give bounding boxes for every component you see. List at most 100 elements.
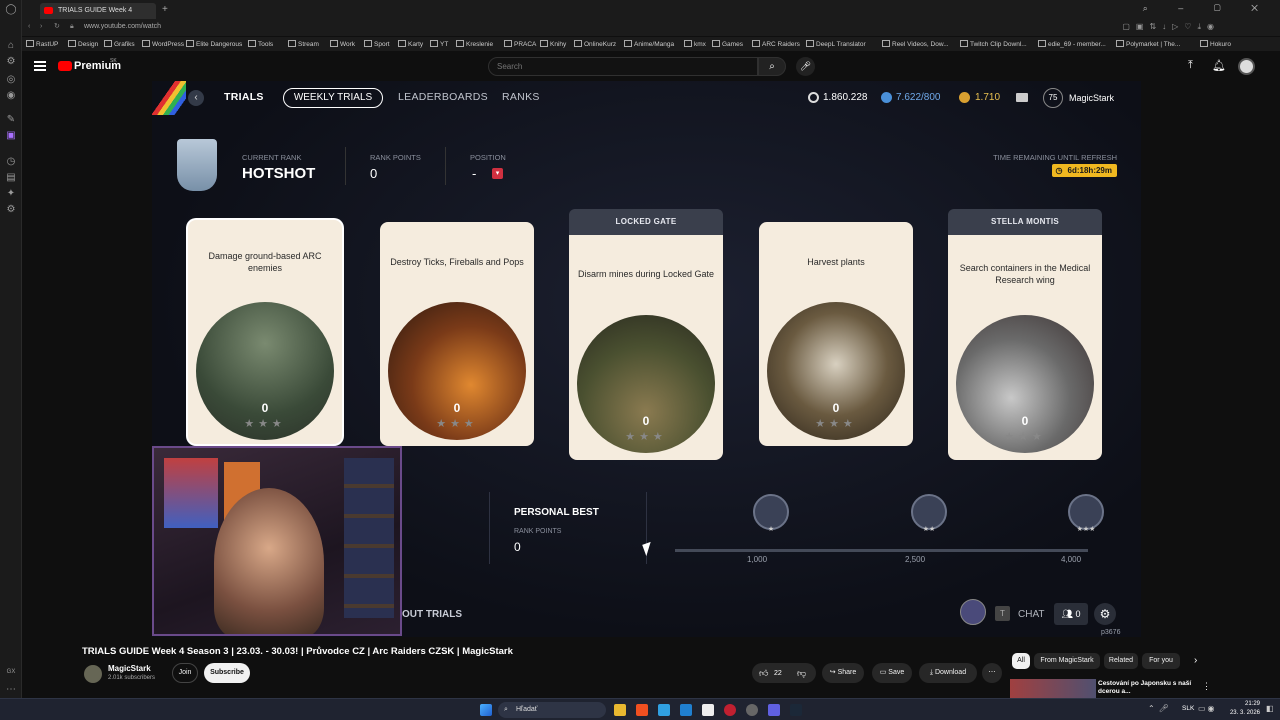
bookmark-item[interactable]: Karty [398,40,423,48]
search-input[interactable] [488,57,758,76]
recommended-thumbnail[interactable] [1010,679,1096,699]
notifications-icon[interactable]: 🔔︎ [1212,59,1226,72]
bookmark-item[interactable]: Sport [364,40,390,48]
brave-icon[interactable] [636,704,648,716]
opera-logo-icon[interactable]: ◯ [5,4,17,16]
trial-card[interactable]: Destroy Ticks, Fireballs and Pops 0 ★★★ [380,222,534,446]
mail-icon[interactable] [1016,93,1028,102]
tab-ranks[interactable]: RANKS [502,91,540,103]
upload-icon[interactable]: ⤒ [1188,59,1193,72]
more-icon[interactable]: ⋯ [5,684,17,696]
window-controls[interactable]: ⌕ – ▢ ✕ [1143,3,1272,14]
address-toolbar-icons[interactable]: ▢▣⇅↓▷♡⤓◉ [1122,22,1220,32]
app-icon[interactable] [680,704,692,716]
bookmark-item[interactable]: Games [712,40,743,48]
app-icon[interactable] [658,704,670,716]
companion-avatar[interactable] [960,599,986,625]
home-icon[interactable]: ⌂ [5,40,17,52]
bookmark-item[interactable]: Tools [248,40,273,48]
account-avatar[interactable] [1238,58,1255,75]
nav-trials[interactable]: TRIALS [224,91,264,103]
bookmark-item[interactable]: RastUP [26,40,58,48]
like-icon[interactable]: 👍︎ [759,668,768,679]
dislike-icon[interactable]: 👎︎ [797,668,806,679]
downloads-icon[interactable]: ▤ [5,172,17,184]
bookmark-item[interactable]: Work [330,40,355,48]
network-volume-icons[interactable]: ▭◉ [1198,704,1217,713]
url-field[interactable]: www.youtube.com/watch [84,23,161,30]
game-settings-icon[interactable]: ⚙ [1094,603,1116,625]
bookmark-item[interactable]: Hokuro [1200,40,1231,48]
trial-card[interactable]: STELLA MONTIS Search containers in the M… [948,209,1102,460]
bookmark-item[interactable]: Reel Videos, Dow... [882,40,949,48]
bookmark-item[interactable]: Elite Dangerous [186,40,242,48]
tab-leaderboards[interactable]: LEADERBOARDS [398,91,488,103]
steam-icon[interactable] [790,704,802,716]
windows-start-icon[interactable] [480,704,492,716]
notification-icon[interactable]: ◧ [1266,704,1274,713]
bookmark-item[interactable]: kmx [684,40,706,48]
download-button[interactable]: ⤓ Download [919,663,977,683]
clock-date[interactable]: 23. 3. 2026 [1228,710,1260,716]
bookmark-item[interactable]: Grafiks [104,40,135,48]
back-icon[interactable]: ‹ [28,23,30,30]
bookmark-item[interactable]: OnlineKurz [574,40,616,48]
history-icon[interactable]: ◷ [5,156,17,168]
bookmark-item[interactable]: Polymarket | The... [1116,40,1180,48]
bookmark-item[interactable]: WordPress [142,40,184,48]
join-button[interactable]: Join [172,663,198,683]
bookmark-item[interactable]: YT [430,40,448,48]
bookmark-item[interactable]: ARC Raiders [752,40,800,48]
share-button[interactable]: ↪ Share [822,663,864,683]
pinboard-icon[interactable]: ✎ [5,114,17,126]
channel-name[interactable]: MagicStark [108,664,151,673]
obs-icon[interactable] [746,704,758,716]
recommended-title[interactable]: Cestování po Japonsku s naší dcerou a... [1098,680,1198,697]
whatsapp-icon[interactable]: ◉ [5,90,17,102]
filter-chip[interactable]: For you [1142,653,1180,669]
tab-weekly-trials[interactable]: WEEKLY TRIALS [283,88,383,108]
mic-icon[interactable]: 🎤︎ [796,57,815,76]
subscribe-button[interactable]: Subscribe [204,663,250,683]
forward-icon[interactable]: › [40,23,42,30]
bookmark-item[interactable]: edie_69 - member... [1038,40,1106,48]
menu-icon[interactable] [34,61,46,71]
chat-button[interactable]: CHAT [1018,609,1044,620]
bookmark-item[interactable]: Knihy [540,40,566,48]
extensions-icon[interactable]: ✦ [5,188,17,200]
bookmark-item[interactable]: Twitch Clip Downl... [960,40,1027,48]
youtube-logo-icon[interactable] [58,61,72,71]
filter-chip[interactable]: From MagicStark [1034,653,1100,669]
taskbar-search[interactable]: ⌕ Hľadať [498,702,606,718]
messenger-icon[interactable]: ◎ [5,74,17,86]
discord-icon[interactable] [768,704,780,716]
rec-more-icon[interactable]: ⋮ [1202,681,1211,692]
search-icon[interactable]: ⌕ [758,57,786,76]
twitch-icon[interactable]: ▣ [5,130,17,142]
browser-tab[interactable]: TRIALS GUIDE Week 4 [40,3,156,19]
bookmark-item[interactable]: Anime/Manga [624,40,674,48]
file-explorer-icon[interactable] [614,704,626,716]
bookmark-item[interactable]: Kreslenie [456,40,493,48]
new-tab-icon[interactable]: + [162,4,168,15]
keyboard-lang[interactable]: SLK [1182,705,1194,712]
calendar-icon[interactable] [702,704,714,716]
speed-dial-icon[interactable]: ⚙ [5,56,17,68]
more-actions-icon[interactable]: ⋯ [982,663,1002,683]
bookmark-item[interactable]: Stream [288,40,319,48]
reload-icon[interactable]: ↻ [54,22,60,30]
trial-card[interactable]: Harvest plants 0 ★★★ [759,222,913,446]
trial-card[interactable]: Damage ground-based ARC enemies 0 ★★★ [188,220,342,444]
filter-chip[interactable]: Related [1104,653,1138,669]
about-trials-link[interactable]: OUT TRIALS [402,609,462,620]
bookmark-item[interactable]: DeepL Translator [806,40,866,48]
save-button[interactable]: ▭ Save [872,663,912,683]
bookmark-item[interactable]: PRACA [504,40,536,48]
tray-icons[interactable]: ⌃🎤︎ [1148,704,1173,713]
settings-icon[interactable]: ⚙ [5,204,17,216]
bookmark-item[interactable]: Design [68,40,98,48]
trial-card[interactable]: LOCKED GATE Disarm mines during Locked G… [569,209,723,460]
clock-time[interactable]: 21:29 [1228,701,1260,707]
channel-avatar[interactable] [84,665,102,683]
opera-icon[interactable] [724,704,736,716]
